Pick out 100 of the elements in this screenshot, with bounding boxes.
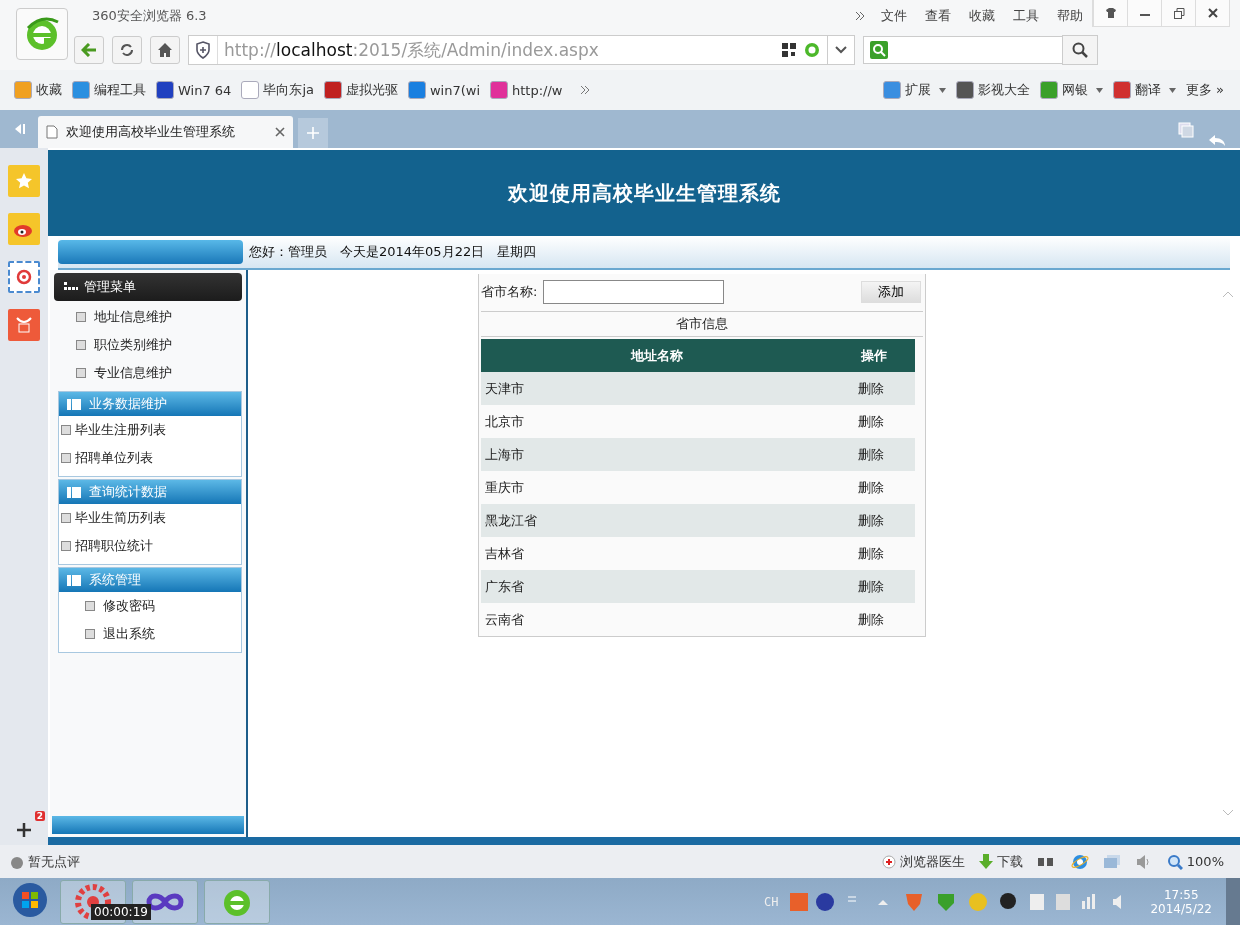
delete-link[interactable]: 删除 xyxy=(833,504,915,537)
bullet-icon xyxy=(61,453,71,463)
delete-link[interactable]: 删除 xyxy=(833,537,915,570)
field-label: 省市名称: xyxy=(481,283,538,302)
bullet-icon xyxy=(76,312,86,322)
window-title: 360安全浏览器 6.3 xyxy=(92,7,207,25)
menu-item[interactable]: 查看 xyxy=(925,7,951,25)
greeting-text: 您好：管理员 今天是2014年05月22日 星期四 xyxy=(249,243,537,261)
delete-link[interactable]: 删除 xyxy=(833,405,915,438)
page-icon xyxy=(46,125,58,139)
bookmark-link[interactable]: 虚拟光驱 xyxy=(323,81,398,99)
search-icon xyxy=(1072,42,1088,58)
notification-badge: 2 xyxy=(34,811,45,821)
browser-logo-icon[interactable] xyxy=(16,8,68,60)
refresh-icon xyxy=(119,42,135,58)
grid-icon xyxy=(64,282,78,292)
chevron-icon[interactable] xyxy=(578,84,591,96)
menu-link[interactable]: 毕业生注册列表 xyxy=(59,416,241,444)
bookmark-link[interactable]: 编程工具 xyxy=(72,81,146,99)
medical-cross-icon xyxy=(881,854,896,869)
menu-item[interactable]: 收藏 xyxy=(969,7,995,25)
address-bar[interactable]: http://localhost:2015/系统/Admin/index.aspx xyxy=(188,35,855,65)
tooltip: 00:00:19 xyxy=(91,903,151,920)
table-cell: 北京市 xyxy=(481,405,833,438)
toolbar-link[interactable]: 影视大全 xyxy=(955,81,1030,99)
close-icon[interactable] xyxy=(275,127,285,137)
bookmark-icon xyxy=(14,81,32,99)
toolbar-link[interactable]: 翻译 xyxy=(1112,81,1176,99)
refresh-button[interactable] xyxy=(112,36,142,64)
home-icon xyxy=(157,42,173,58)
menu-link[interactable]: 毕业生简历列表 xyxy=(59,504,241,532)
bullet-icon xyxy=(76,368,86,378)
menu-link[interactable]: 职位类别维护 xyxy=(50,331,246,359)
bookmark-link[interactable]: win7(wi xyxy=(407,81,481,99)
column-header: 操作 xyxy=(833,339,915,372)
bookmark-icon xyxy=(407,81,426,99)
browser-doctor-button[interactable]: 浏览器医生 xyxy=(881,852,965,871)
bookmark-icon xyxy=(72,81,90,99)
close-icon xyxy=(1206,7,1219,19)
toolbar-link[interactable]: 更多 » xyxy=(1185,81,1224,99)
menu-link[interactable]: 退出系统 xyxy=(59,620,241,648)
delete-link[interactable]: 删除 xyxy=(833,603,915,636)
table-cell: 上海市 xyxy=(481,438,833,471)
restore-icon xyxy=(1172,7,1185,19)
zoom-level[interactable]: 100% xyxy=(1166,853,1224,870)
delete-link[interactable]: 删除 xyxy=(833,471,915,504)
delete-link[interactable]: 删除 xyxy=(833,570,915,603)
review-status[interactable]: 暂无点评 xyxy=(10,852,80,871)
toolbar-link[interactable]: 扩展 xyxy=(882,81,946,99)
bookmark-icon xyxy=(156,81,174,99)
menu-header: 管理菜单 xyxy=(54,273,242,301)
browser-tab[interactable]: 欢迎使用高校毕业生管理系统 xyxy=(38,116,293,148)
bookmark-icon xyxy=(241,81,260,99)
delete-link[interactable]: 删除 xyxy=(833,372,915,405)
download-button[interactable]: 下载 xyxy=(978,852,1023,871)
toolbar-link[interactable]: 网银 xyxy=(1039,81,1103,99)
zoom-icon xyxy=(1166,853,1183,870)
back-button[interactable] xyxy=(74,36,104,64)
caret-icon[interactable] xyxy=(1168,87,1176,93)
caret-icon[interactable] xyxy=(1095,87,1103,93)
panel-icon xyxy=(67,574,81,586)
bookmark-link[interactable]: http://w xyxy=(490,81,563,99)
search-engine-icon[interactable] xyxy=(870,41,888,59)
menu-link[interactable]: 招聘单位列表 xyxy=(59,444,241,472)
table-cell: 黑龙江省 xyxy=(481,504,833,537)
menu-link[interactable]: 专业信息维护 xyxy=(50,359,246,387)
menu-link[interactable]: 招聘职位统计 xyxy=(59,532,241,560)
menu-link[interactable]: 地址信息维护 xyxy=(50,303,246,331)
page-title: 欢迎使用高校毕业生管理系统 xyxy=(507,179,781,207)
menu-item[interactable]: 文件 xyxy=(881,7,907,25)
bullet-icon xyxy=(61,513,71,523)
bookmark-link[interactable]: 毕向东ja xyxy=(241,81,314,99)
shopping-bag-icon[interactable] xyxy=(8,309,40,341)
extension-icon xyxy=(955,81,974,99)
qr-code-icon[interactable] xyxy=(781,42,797,58)
province-name-field[interactable] xyxy=(543,280,725,305)
column-header: 地址名称 xyxy=(481,339,833,372)
table-caption: 省市信息 xyxy=(481,311,923,337)
menu-item[interactable]: 工具 xyxy=(1013,7,1039,25)
delete-link[interactable]: 删除 xyxy=(833,438,915,471)
plus-icon xyxy=(307,127,319,139)
bookmark-link[interactable]: 收藏 xyxy=(14,81,62,99)
bookmark-link[interactable]: Win7 64 xyxy=(156,81,232,99)
chevron-icon[interactable] xyxy=(854,10,866,22)
add-button[interactable]: 添加 xyxy=(861,281,921,304)
search-button[interactable] xyxy=(1062,35,1098,65)
table-cell: 广东省 xyxy=(481,570,833,603)
extension-icon xyxy=(1112,81,1131,99)
undo-icon[interactable] xyxy=(1208,134,1226,148)
table-cell: 天津市 xyxy=(481,372,833,405)
panel-icon xyxy=(67,486,81,498)
caret-icon[interactable] xyxy=(938,87,946,93)
home-button[interactable] xyxy=(150,36,180,64)
menu-item[interactable]: 帮助 xyxy=(1057,7,1083,25)
search-field[interactable] xyxy=(863,36,1063,64)
browser-app-icon[interactable] xyxy=(204,879,270,924)
table-cell: 重庆市 xyxy=(481,471,833,504)
table-cell: 吉林省 xyxy=(481,537,833,570)
menu-link[interactable]: 修改密码 xyxy=(59,592,241,620)
panel-icon xyxy=(67,398,81,410)
